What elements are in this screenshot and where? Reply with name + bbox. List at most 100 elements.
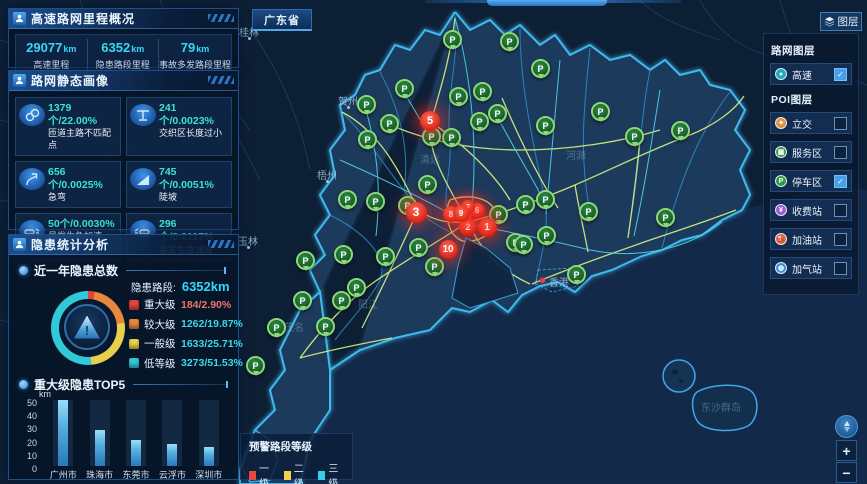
- parking-poi-marker[interactable]: P: [246, 356, 265, 375]
- warning-legend-title: 预警路段等级: [249, 439, 344, 454]
- bar-value[interactable]: [167, 444, 177, 466]
- level-value: 3273/51.53%: [181, 357, 243, 369]
- parking-poi-marker[interactable]: P: [366, 192, 385, 211]
- parking-poi-marker[interactable]: P: [347, 278, 366, 297]
- parking-poi-marker[interactable]: P: [470, 112, 489, 131]
- parking-poi-marker[interactable]: P: [514, 235, 533, 254]
- parking-poi-marker[interactable]: P: [357, 95, 376, 114]
- parking-poi-marker[interactable]: P: [516, 195, 535, 214]
- layers-button[interactable]: 图层: [820, 12, 862, 31]
- zoom-in-button[interactable]: +: [836, 440, 857, 461]
- header-stripes-decoration: [208, 76, 234, 84]
- bar-track: [90, 400, 110, 466]
- layer-row-加气站[interactable]: ◍加气站: [770, 257, 852, 279]
- region-button[interactable]: 广东省: [252, 9, 312, 31]
- layer-row-收费站[interactable]: ¥收费站: [770, 199, 852, 221]
- parking-poi-marker[interactable]: P: [567, 265, 586, 284]
- parking-poi-marker[interactable]: P: [537, 226, 556, 245]
- profile-value: 1379个/22.00%: [48, 102, 118, 128]
- hazard-marker-1[interactable]: 1: [478, 218, 497, 237]
- bar-value[interactable]: [204, 447, 214, 466]
- road-layers-list: ●高速✓: [770, 63, 852, 85]
- layer-checkbox[interactable]: [834, 146, 847, 159]
- stat-value: 29077: [26, 40, 62, 55]
- parking-poi-marker[interactable]: P: [332, 291, 351, 310]
- panel-person-icon: [13, 74, 26, 87]
- parking-poi-marker[interactable]: P: [500, 32, 519, 51]
- parking-poi-marker[interactable]: P: [536, 190, 555, 209]
- warning-label: 一级: [259, 460, 275, 484]
- layer-row-服务区[interactable]: ▣服务区: [770, 141, 852, 163]
- parking-poi-marker[interactable]: P: [443, 30, 462, 49]
- hazard-marker-5[interactable]: 5: [420, 111, 440, 131]
- y-tick-label: 10: [27, 451, 37, 461]
- zoom-out-button[interactable]: −: [836, 462, 857, 483]
- parking-poi-marker[interactable]: P: [358, 130, 377, 149]
- parking-poi-marker[interactable]: P: [316, 317, 335, 336]
- y-tick-label: 40: [27, 411, 37, 421]
- map-tilt-control[interactable]: [835, 415, 858, 438]
- profile-card: 745个/0.0051%陡坡: [126, 161, 232, 209]
- level-value: 1633/25.71%: [181, 338, 243, 350]
- bar-value[interactable]: [95, 430, 105, 466]
- level-name: 较大级: [144, 317, 181, 332]
- hazard-segment-row: 隐患路段: 6352km: [131, 279, 230, 295]
- parking-poi-marker[interactable]: P: [334, 245, 353, 264]
- parking-poi-marker[interactable]: P: [442, 128, 461, 147]
- parking-poi-marker[interactable]: P: [418, 175, 437, 194]
- warning-legend-item: 二级: [284, 460, 310, 484]
- profile-value: 656个/0.0025%: [48, 166, 118, 192]
- level-color-swatch: [129, 319, 139, 329]
- hazard-marker-3[interactable]: 3: [406, 202, 427, 223]
- header-stripes-decoration: [208, 14, 234, 22]
- parking-poi-marker[interactable]: P: [395, 79, 414, 98]
- layer-checkbox[interactable]: [834, 204, 847, 217]
- bar-value[interactable]: [131, 440, 141, 466]
- level-name: 一般级: [144, 336, 181, 351]
- layer-checkbox[interactable]: [834, 262, 847, 275]
- parking-poi-marker[interactable]: P: [376, 247, 395, 266]
- parking-poi-marker[interactable]: P: [536, 116, 555, 135]
- layers-button-label: 图层: [838, 14, 859, 29]
- parking-poi-marker[interactable]: P: [671, 121, 690, 140]
- bar-chart-unit-label: km: [39, 389, 51, 399]
- parking-poi-marker[interactable]: P: [449, 87, 468, 106]
- hazard-stats-header: 隐患统计分析: [9, 235, 238, 255]
- parking-poi-marker[interactable]: P: [591, 102, 610, 121]
- layer-checkbox[interactable]: [834, 233, 847, 246]
- layer-checkbox[interactable]: ✓: [834, 68, 847, 81]
- hazard-donut-gauge: !: [51, 291, 125, 365]
- panel-person-icon: [13, 238, 26, 251]
- parking-poi-marker[interactable]: P: [488, 104, 507, 123]
- bar-chart-categories: 广州市珠海市东莞市云浮市深圳市: [45, 468, 227, 481]
- bar-value[interactable]: [58, 400, 68, 466]
- layer-row-立交[interactable]: ✦立交: [770, 112, 852, 134]
- layer-checkbox[interactable]: [834, 117, 847, 130]
- parking-poi-marker[interactable]: P: [625, 127, 644, 146]
- city-dot: [326, 180, 329, 183]
- layer-checkbox[interactable]: ✓: [834, 175, 847, 188]
- layer-row-加油站[interactable]: ⛽加油站: [770, 228, 852, 250]
- poi-pin-icon: P: [775, 175, 787, 187]
- parking-poi-marker[interactable]: P: [338, 190, 357, 209]
- warning-color-swatch: [284, 471, 291, 480]
- level-color-swatch: [129, 300, 139, 310]
- parking-poi-marker[interactable]: P: [293, 291, 312, 310]
- parking-poi-marker[interactable]: P: [267, 318, 286, 337]
- hazard-marker-9[interactable]: 9: [453, 205, 470, 222]
- parking-poi-marker[interactable]: P: [425, 257, 444, 276]
- y-tick-label: 20: [27, 438, 37, 448]
- layer-row-高速[interactable]: ●高速✓: [770, 63, 852, 85]
- layer-row-停车区[interactable]: P停车区✓: [770, 170, 852, 192]
- parking-poi-marker[interactable]: P: [409, 238, 428, 257]
- layer-label: 立交: [792, 116, 834, 131]
- hazard-marker-10[interactable]: 10: [439, 240, 458, 259]
- parking-poi-marker[interactable]: P: [579, 202, 598, 221]
- parking-poi-marker[interactable]: P: [380, 114, 399, 133]
- city-label-清远: 清远: [420, 151, 440, 166]
- parking-poi-marker[interactable]: P: [296, 251, 315, 270]
- bar-chart-plot: [45, 400, 227, 466]
- parking-poi-marker[interactable]: P: [473, 82, 492, 101]
- parking-poi-marker[interactable]: P: [531, 59, 550, 78]
- parking-poi-marker[interactable]: P: [656, 208, 675, 227]
